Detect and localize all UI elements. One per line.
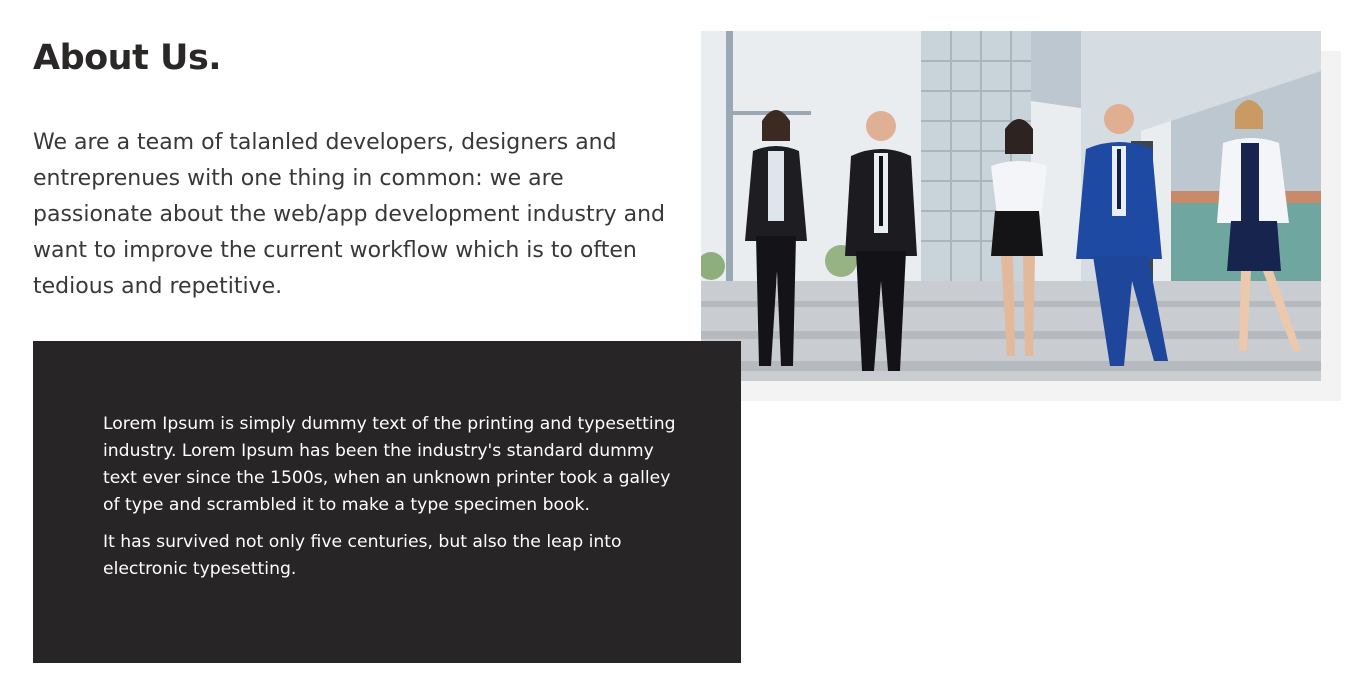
- team-photo: [701, 31, 1321, 381]
- dark-panel-text: Lorem Ipsum is simply dummy text of the …: [103, 411, 683, 593]
- dark-info-panel: Lorem Ipsum is simply dummy text of the …: [33, 341, 741, 663]
- about-section: About Us. We are a team of talanled deve…: [0, 0, 1365, 692]
- intro-paragraph: We are a team of talanled developers, de…: [33, 130, 666, 299]
- dark-panel-paragraph-1: Lorem Ipsum is simply dummy text of the …: [103, 414, 676, 515]
- page-title: About Us.: [33, 38, 222, 78]
- dark-panel-paragraph-2: It has survived not only five centuries,…: [103, 532, 622, 579]
